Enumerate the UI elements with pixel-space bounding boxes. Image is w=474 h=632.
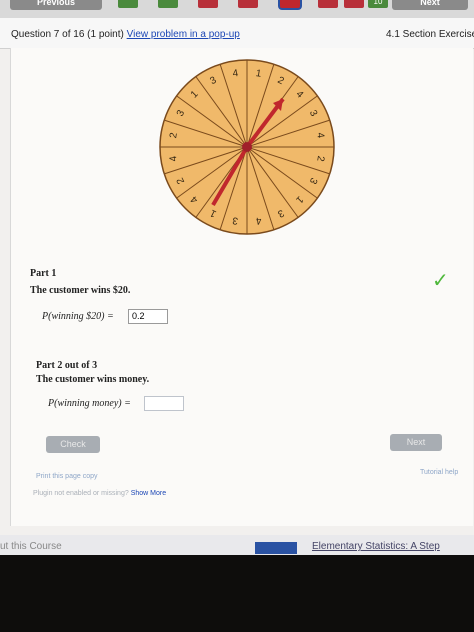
- show-more-link[interactable]: Show More: [131, 490, 166, 497]
- part2-text: The customer wins money.: [36, 374, 150, 385]
- print-link[interactable]: Print this page copy: [36, 473, 97, 480]
- section-label: 4.1 Section Exercise: [386, 29, 474, 40]
- plugin-notice: Plugin not enabled or missing? Show More: [33, 490, 166, 497]
- plugin-text: Plugin not enabled or missing?: [33, 490, 129, 497]
- question-title: Question 7 of 16 (1 point) View problem …: [11, 29, 240, 40]
- part1-answer-field[interactable]: 0.2: [128, 309, 168, 324]
- qnum-button-current[interactable]: [280, 0, 300, 8]
- qnum-button[interactable]: [318, 0, 338, 8]
- screen: Previous 10 Next Question 7 of 16 (1 poi…: [0, 0, 474, 555]
- next-question-button[interactable]: Next: [392, 0, 468, 10]
- qnum-button[interactable]: 10: [368, 0, 388, 8]
- part1-prob-label: P(winning $20) =: [42, 311, 114, 322]
- part1-label: Part 1: [30, 268, 57, 279]
- qnum-button[interactable]: [198, 0, 218, 8]
- part2-label: Part 2 out of 3: [36, 360, 98, 371]
- qnum-button[interactable]: [118, 0, 138, 8]
- spinner-wheel: 12434231343142423134: [159, 59, 335, 235]
- question-header: Question 7 of 16 (1 point) View problem …: [0, 18, 474, 49]
- textbook-link[interactable]: Elementary Statistics: A Step: [312, 541, 440, 552]
- next-part-button[interactable]: Next: [390, 434, 442, 451]
- previous-button[interactable]: Previous: [10, 0, 102, 10]
- qnum-button[interactable]: [238, 0, 258, 8]
- check-button[interactable]: Check: [46, 436, 100, 453]
- wheel-center: [242, 142, 252, 152]
- textbook-logo: [255, 542, 297, 554]
- course-link[interactable]: ut this Course: [0, 541, 62, 552]
- part1-text: The customer wins $20.: [30, 285, 131, 296]
- part2-answer-field[interactable]: [144, 396, 184, 411]
- question-nav-bar: Previous 10 Next: [0, 0, 474, 18]
- question-number: Question 7 of 16 (1 point): [11, 29, 124, 40]
- part2-prob-label: P(winning money) =: [48, 398, 131, 409]
- view-popup-link[interactable]: View problem in a pop-up: [127, 29, 240, 40]
- correct-check-icon: ✓: [432, 270, 449, 292]
- qnum-button[interactable]: [344, 0, 364, 8]
- qnum-button[interactable]: [158, 0, 178, 8]
- tutorial-link[interactable]: Tutorial help: [420, 469, 458, 476]
